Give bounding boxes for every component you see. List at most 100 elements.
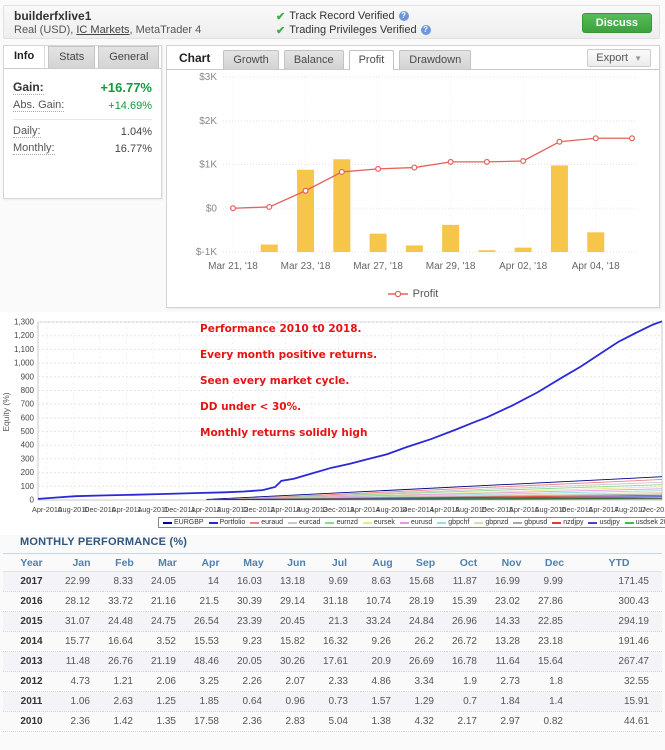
value-cell: 2.26	[232, 672, 275, 692]
year-cell: 2011	[3, 692, 60, 712]
value-cell: 26.76	[103, 652, 146, 672]
value-cell: 8.63	[361, 572, 404, 592]
export-button[interactable]: Export▼	[587, 49, 651, 67]
legend-item: nzdjpy	[552, 519, 583, 526]
svg-text:Apr 02, '18: Apr 02, '18	[499, 261, 547, 272]
svg-text:Performance 2010 t0 2018.: Performance 2010 t0 2018.	[200, 323, 362, 335]
value-cell: 2.36	[232, 712, 275, 732]
column-header: Jan	[60, 554, 103, 572]
svg-text:DD under < 30%.: DD under < 30%.	[200, 401, 301, 413]
value-cell: 4.86	[361, 672, 404, 692]
value-cell: 191.46	[576, 632, 662, 652]
value-cell: 1.9	[447, 672, 490, 692]
value-cell: 17.58	[189, 712, 232, 732]
value-cell: 29.14	[275, 592, 318, 612]
legend-label: gbpchf	[448, 519, 469, 526]
legend-item: eursek	[363, 519, 395, 526]
chart-panel-title: Chart	[179, 51, 210, 65]
svg-text:Mar 23, '18: Mar 23, '18	[281, 261, 331, 272]
legend-label: eurusd	[411, 519, 432, 526]
year-cell: 2010	[3, 712, 60, 732]
value-cell: 1.85	[189, 692, 232, 712]
equity-chart-section: 1,3001,2001,1001,00090080070060050040030…	[0, 312, 665, 535]
value-cell: 20.45	[275, 612, 318, 632]
value-cell: 26.96	[447, 612, 490, 632]
value-cell: 13.28	[490, 632, 533, 652]
chevron-down-icon: ▼	[634, 54, 642, 63]
table-row: 201722.998.3324.051416.0313.189.698.6315…	[3, 572, 662, 592]
value-cell: 3.34	[404, 672, 447, 692]
value-cell: 24.84	[404, 612, 447, 632]
divider	[13, 119, 152, 120]
value-cell: 294.19	[576, 612, 662, 632]
help-icon[interactable]: ?	[399, 11, 409, 21]
tab-balance[interactable]: Balance	[284, 50, 344, 69]
value-cell: 1.42	[103, 712, 146, 732]
account-header: builderfxlive1 Real (USD), IC Markets, M…	[3, 5, 660, 39]
tab-stats[interactable]: Stats	[48, 46, 95, 68]
profit-chart-legend[interactable]: Profit	[167, 288, 659, 300]
legend-item: usdsek 20%dd	[625, 519, 665, 526]
value-cell: 26.72	[447, 632, 490, 652]
help-icon[interactable]: ?	[421, 25, 431, 35]
value-cell: 30.26	[275, 652, 318, 672]
legend-swatch	[250, 522, 259, 524]
value-cell: 31.07	[60, 612, 103, 632]
legend-swatch	[513, 522, 522, 524]
monthly-performance-title: MONTHLY PERFORMANCE (%)	[20, 536, 187, 548]
value-cell: 22.85	[533, 612, 576, 632]
legend-label: eurcad	[299, 519, 320, 526]
equity-history-chart: 1,3001,2001,1001,00090080070060050040030…	[0, 312, 665, 535]
value-cell: 33.72	[103, 592, 146, 612]
year-cell: 2014	[3, 632, 60, 652]
value-cell: 1.35	[146, 712, 189, 732]
legend-swatch	[163, 522, 172, 524]
value-cell: 3.52	[146, 632, 189, 652]
tab-growth[interactable]: Growth	[223, 50, 278, 69]
legend-label: eursek	[374, 519, 395, 526]
value-cell: 2.97	[490, 712, 533, 732]
verification-badges: ✔ Track Record Verified ? ✔ Trading Priv…	[276, 9, 431, 37]
legend-swatch	[588, 522, 597, 524]
value-cell: 2.06	[146, 672, 189, 692]
account-name: builderfxlive1	[14, 9, 91, 23]
value-cell: 20.9	[361, 652, 404, 672]
tab-general[interactable]: General	[98, 46, 159, 68]
svg-text:Every month positive returns.: Every month positive returns.	[200, 349, 377, 361]
value-cell: 23.39	[232, 612, 275, 632]
svg-text:500: 500	[21, 427, 35, 436]
discuss-button[interactable]: Discuss	[582, 13, 652, 33]
column-header: Dec	[533, 554, 576, 572]
value-cell: 15.53	[189, 632, 232, 652]
tab-drawdown[interactable]: Drawdown	[399, 50, 471, 69]
value-cell: 16.78	[447, 652, 490, 672]
tab-info[interactable]: Info	[4, 46, 45, 68]
gain-label: Gain:	[13, 80, 44, 95]
legend-item: gbpnzd	[474, 519, 508, 526]
svg-text:Monthly returns solidly high: Monthly returns solidly high	[200, 427, 367, 439]
daily-row: Daily: 1.04%	[13, 125, 152, 138]
table-row: 20124.731.212.063.252.262.072.334.863.34…	[3, 672, 662, 692]
svg-text:700: 700	[21, 400, 35, 409]
value-cell: 1.57	[361, 692, 404, 712]
value-cell: 0.7	[447, 692, 490, 712]
value-cell: 15.39	[447, 592, 490, 612]
svg-text:400: 400	[21, 441, 35, 450]
value-cell: 4.32	[404, 712, 447, 732]
value-cell: 13.18	[275, 572, 318, 592]
svg-text:0: 0	[30, 496, 35, 505]
svg-text:Dec-2017: Dec-2017	[641, 505, 665, 514]
table-row: 201531.0724.4824.7526.5423.3920.4521.333…	[3, 612, 662, 632]
value-cell: 9.23	[232, 632, 275, 652]
legend-item: euraud	[250, 519, 283, 526]
legend-item: eurcad	[288, 519, 320, 526]
tab-profit[interactable]: Profit	[349, 50, 395, 70]
check-icon: ✔	[276, 10, 285, 23]
broker-link[interactable]: IC Markets	[76, 24, 129, 36]
legend-item: eurusd	[400, 519, 432, 526]
profit-legend-label: Profit	[413, 288, 439, 300]
legend-label: usdjpy	[599, 519, 619, 526]
value-cell: 26.69	[404, 652, 447, 672]
value-cell: 14.33	[490, 612, 533, 632]
legend-item: usdjpy	[588, 519, 619, 526]
